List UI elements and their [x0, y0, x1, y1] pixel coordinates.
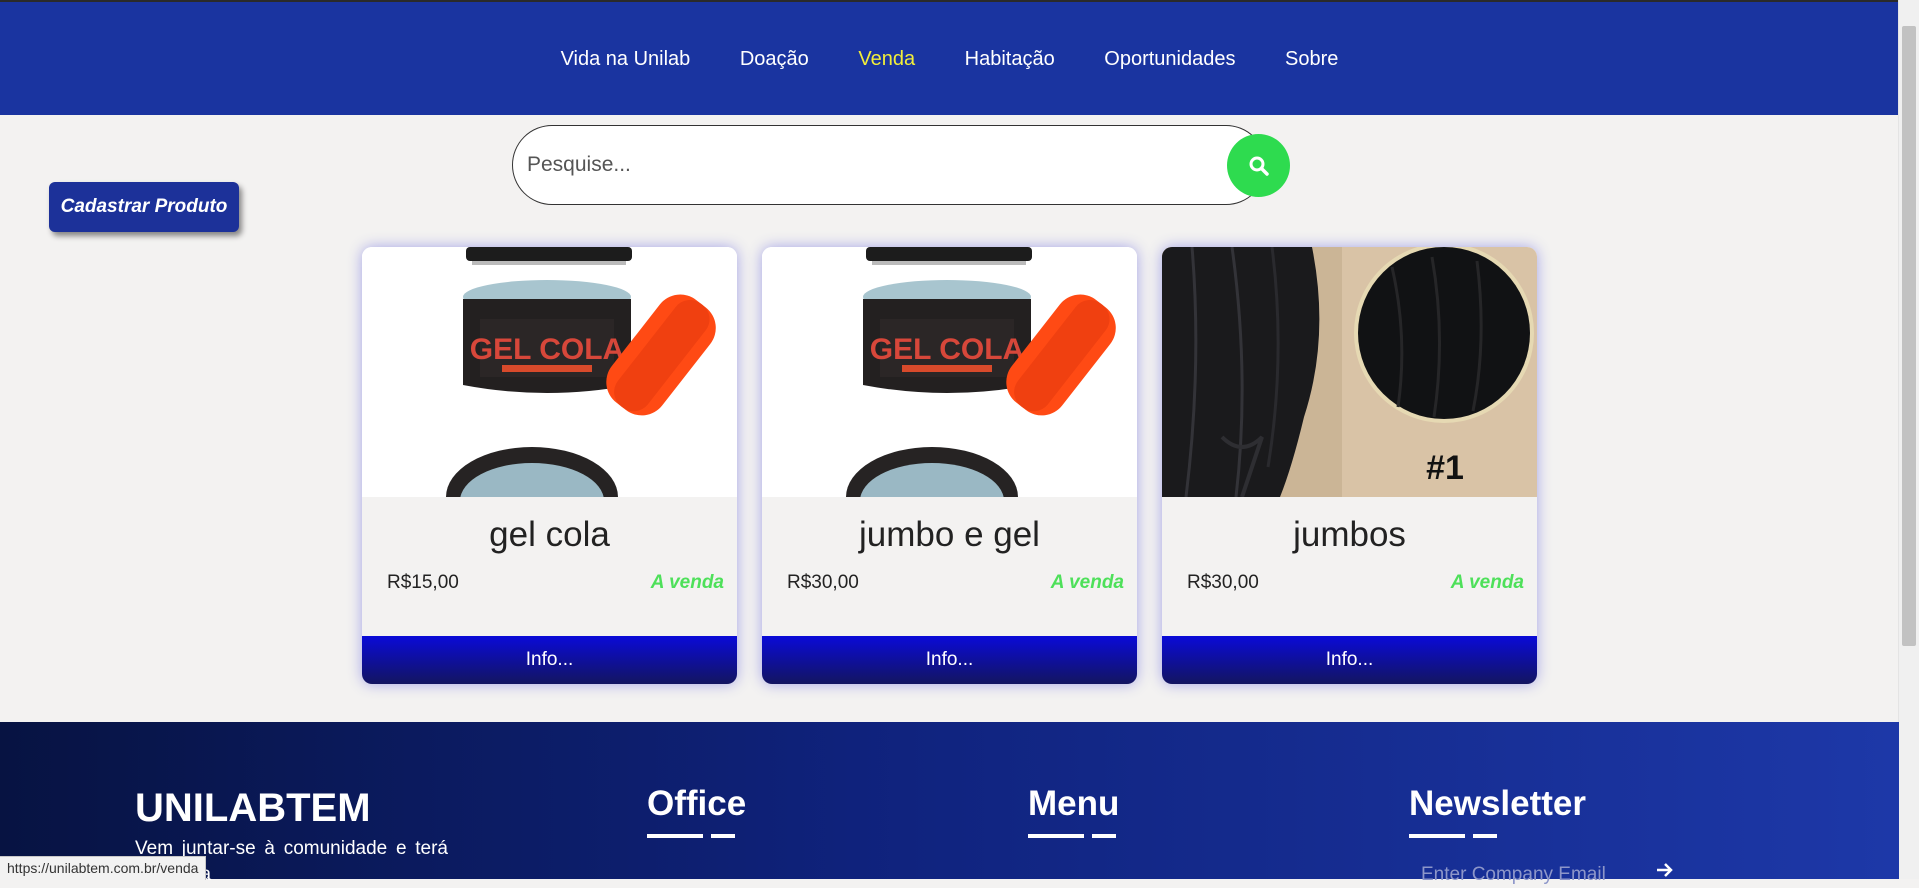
scrollbar-thumb[interactable]	[1902, 26, 1916, 646]
footer-heading-office: Office	[647, 784, 747, 823]
top-navbar: Vida na Unilab Doação Venda Habitação Op…	[0, 0, 1899, 115]
info-button[interactable]: Info...	[762, 636, 1137, 684]
gel-jar-image: GEL COLA	[362, 247, 737, 547]
product-status: A venda	[1450, 572, 1524, 593]
product-title: gel cola	[489, 515, 610, 554]
search-button[interactable]	[1227, 134, 1290, 197]
main-nav: Vida na Unilab Doação Venda Habitação Op…	[0, 48, 1899, 71]
footer-heading-menu: Menu	[1028, 784, 1120, 823]
product-title: jumbos	[1293, 515, 1406, 554]
product-price: R$30,00	[787, 572, 859, 593]
nav-vida-na-unilab[interactable]: Vida na Unilab	[561, 48, 691, 71]
product-price: R$30,00	[1187, 572, 1259, 593]
nav-oportunidades[interactable]: Oportunidades	[1104, 48, 1235, 71]
nav-habitacao[interactable]: Habitação	[965, 48, 1055, 71]
product-card: #1 jumbos R$30,00 A venda Info...	[1162, 247, 1537, 684]
footer-heading-newsletter: Newsletter	[1409, 784, 1587, 823]
svg-text:#1: #1	[1426, 449, 1464, 487]
footer-underline	[1409, 834, 1497, 838]
arrow-right-icon[interactable]	[1655, 860, 1675, 880]
newsletter-email-input[interactable]: Enter Company Email	[1421, 864, 1606, 886]
product-image[interactable]: GEL COLA	[362, 247, 737, 547]
product-card: GEL COLA gel cola R$15,00 A venda Info..…	[362, 247, 737, 684]
info-button[interactable]: Info...	[1162, 636, 1537, 684]
footer-underline	[1028, 834, 1116, 838]
search-input[interactable]	[512, 125, 1266, 205]
product-title: jumbo e gel	[859, 515, 1040, 554]
product-price: R$15,00	[387, 572, 459, 593]
product-status: A venda	[650, 572, 724, 593]
page-scrollbar[interactable]	[1898, 0, 1919, 879]
hair-braids-image: #1	[1162, 247, 1537, 498]
product-image[interactable]: #1	[1162, 247, 1537, 498]
product-card: GEL COLA jumbo e gel R$30,00 A venda Inf…	[762, 247, 1137, 684]
footer-brand: UNILABTEM	[135, 786, 371, 830]
nav-doacao[interactable]: Doação	[740, 48, 809, 71]
product-status: A venda	[1050, 572, 1124, 593]
info-button[interactable]: Info...	[362, 636, 737, 684]
nav-sobre[interactable]: Sobre	[1285, 48, 1338, 71]
cadastrar-produto-button[interactable]: Cadastrar Produto	[49, 182, 239, 232]
nav-venda[interactable]: Venda	[858, 48, 915, 71]
search-bar	[512, 125, 1290, 205]
search-icon	[1249, 156, 1269, 176]
gel-jar-image: GEL COLA	[762, 247, 1137, 547]
footer: UNILABTEM Vem juntar-se à comunidade e t…	[0, 722, 1899, 885]
footer-underline	[647, 834, 735, 838]
svg-text:GEL COLA: GEL COLA	[870, 333, 1024, 366]
status-bar-url: https://unilabtem.com.br/venda	[0, 856, 207, 880]
svg-text:GEL COLA: GEL COLA	[470, 333, 624, 366]
product-image[interactable]: GEL COLA	[762, 247, 1137, 547]
